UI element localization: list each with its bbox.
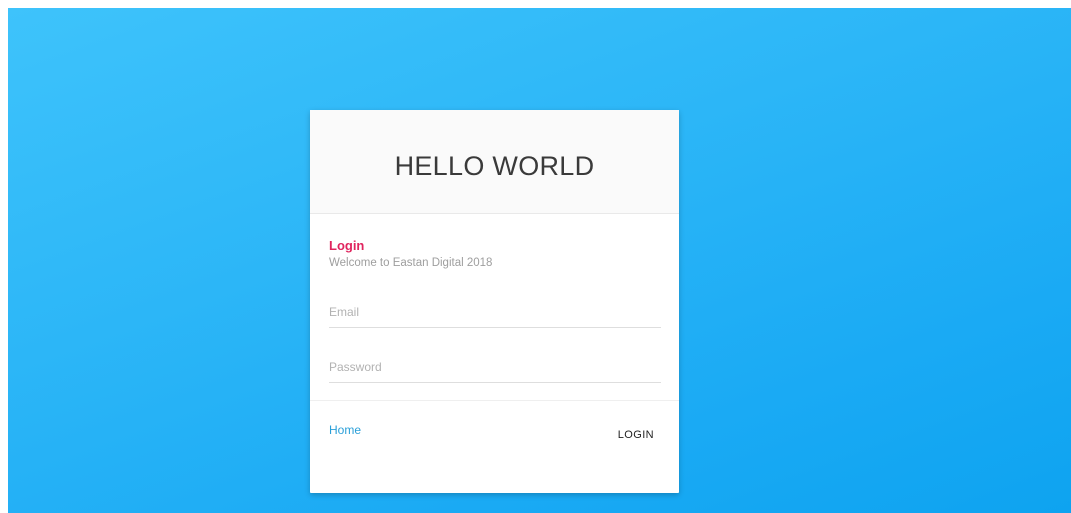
login-heading: Login [329, 238, 365, 253]
card-header: HELLO WORLD [310, 110, 679, 214]
email-field-wrapper [329, 299, 661, 328]
email-field[interactable] [329, 299, 661, 328]
password-field[interactable] [329, 354, 661, 383]
card-title: HELLO WORLD [394, 151, 595, 181]
card-footer: Home LOGIN [310, 401, 679, 473]
password-field-wrapper [329, 354, 661, 383]
page-background: HELLO WORLD Login Welcome to Eastan Digi… [8, 8, 1071, 513]
login-form: Login Welcome to Eastan Digital 2018 [310, 214, 679, 401]
home-link[interactable]: Home [329, 423, 361, 437]
login-card: HELLO WORLD Login Welcome to Eastan Digi… [310, 110, 679, 493]
login-subtitle: Welcome to Eastan Digital 2018 [329, 257, 493, 269]
login-button[interactable]: LOGIN [615, 425, 657, 445]
